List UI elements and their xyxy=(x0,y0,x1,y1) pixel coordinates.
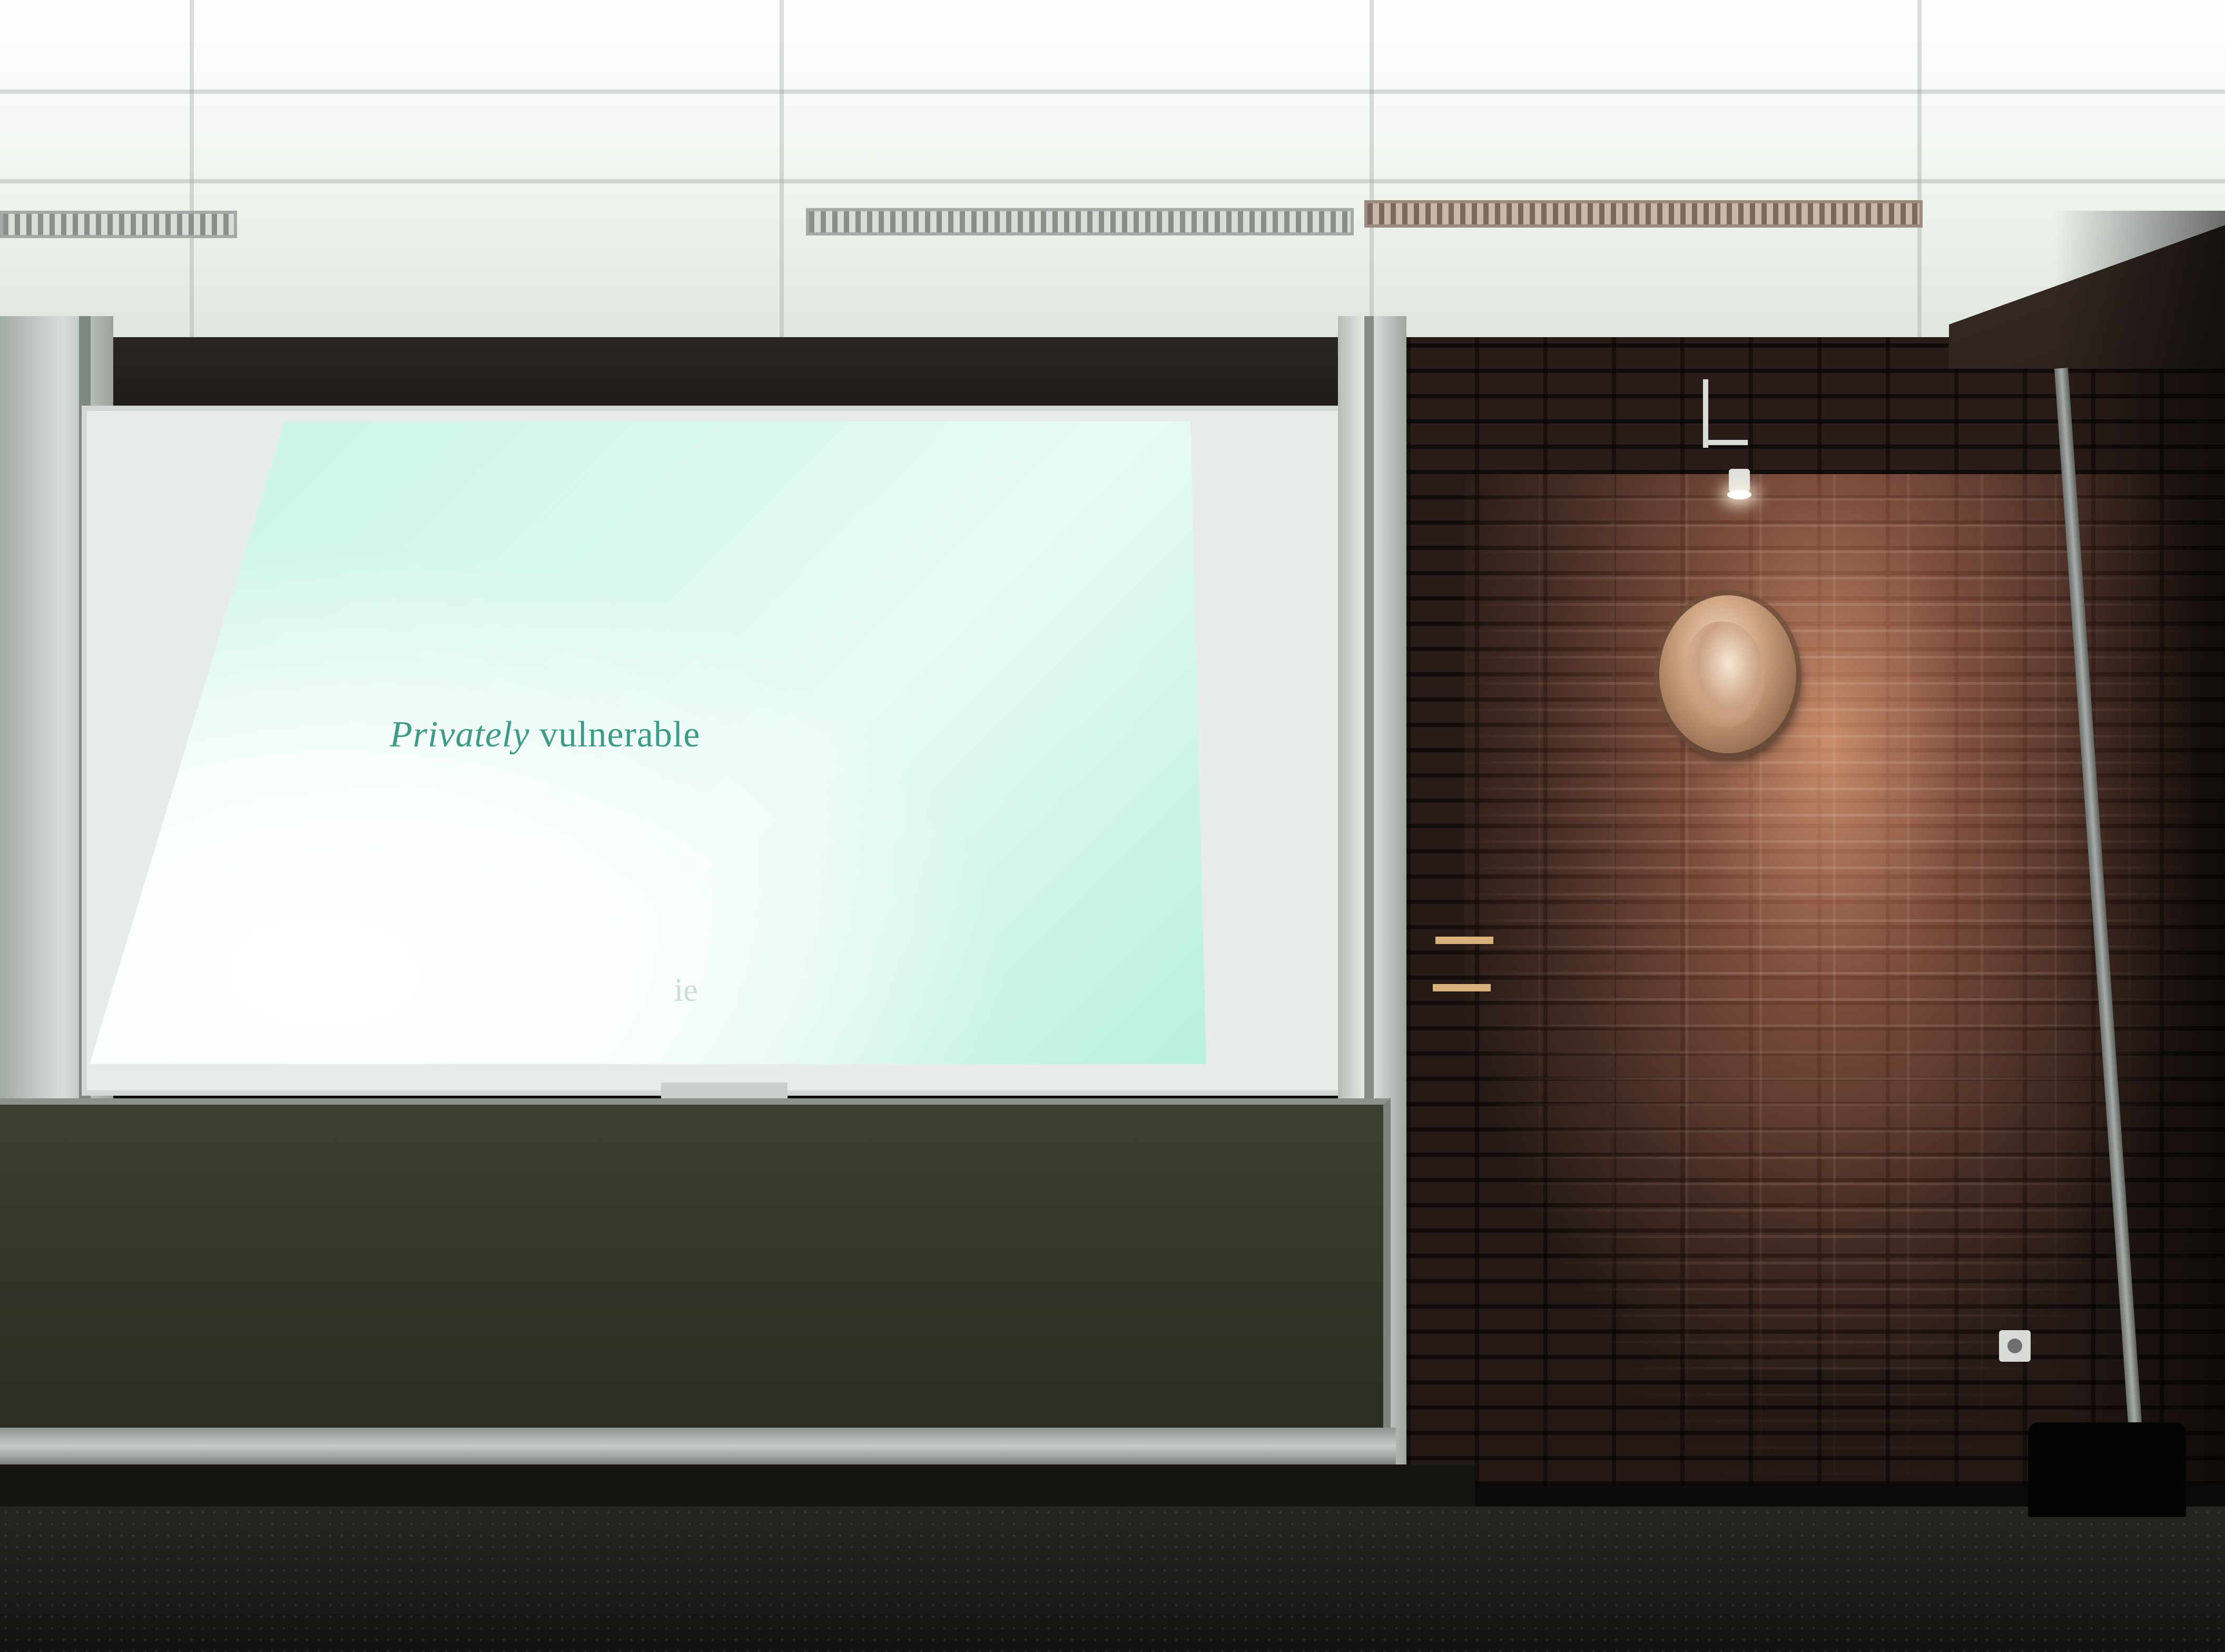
ceiling-tile-seam xyxy=(0,90,2225,94)
spotlight-rod xyxy=(1703,379,1708,448)
slide-footer-fragment: ie xyxy=(674,972,698,1008)
lecture-hall-scene: Privately vulnerable ie xyxy=(0,0,2225,1652)
slide-title-rest: vulnerable xyxy=(529,714,701,755)
ceiling-tile-seam xyxy=(1370,0,1374,337)
floor-bag xyxy=(2028,1422,2186,1517)
power-outlet-icon xyxy=(1999,1330,2031,1362)
ceiling-tile-seam xyxy=(1917,0,1922,337)
ceiling-light-vent xyxy=(0,211,237,238)
floor xyxy=(0,1507,2225,1652)
ceiling-light-vent xyxy=(806,208,1354,235)
slide-title: Privately vulnerable xyxy=(390,714,700,756)
screen-pull-bar xyxy=(661,1083,787,1098)
ceiling xyxy=(0,0,2225,337)
ceiling-light-vent xyxy=(1364,200,1923,228)
wall-hook xyxy=(1435,937,1493,944)
spotlight-arm xyxy=(1708,440,1748,445)
ceiling-tile-seam xyxy=(780,0,784,337)
chalkboard xyxy=(0,1098,1391,1446)
chalkboard-rail xyxy=(0,1428,1396,1464)
ceiling-tile-seam xyxy=(0,179,2225,183)
wall-corner-shadow xyxy=(2054,211,2225,1486)
spotlight-bulb xyxy=(1727,490,1751,499)
slide-title-italic: Privately xyxy=(390,714,530,755)
wall-hook xyxy=(1433,984,1491,991)
ceiling-tile-seam xyxy=(190,0,194,337)
